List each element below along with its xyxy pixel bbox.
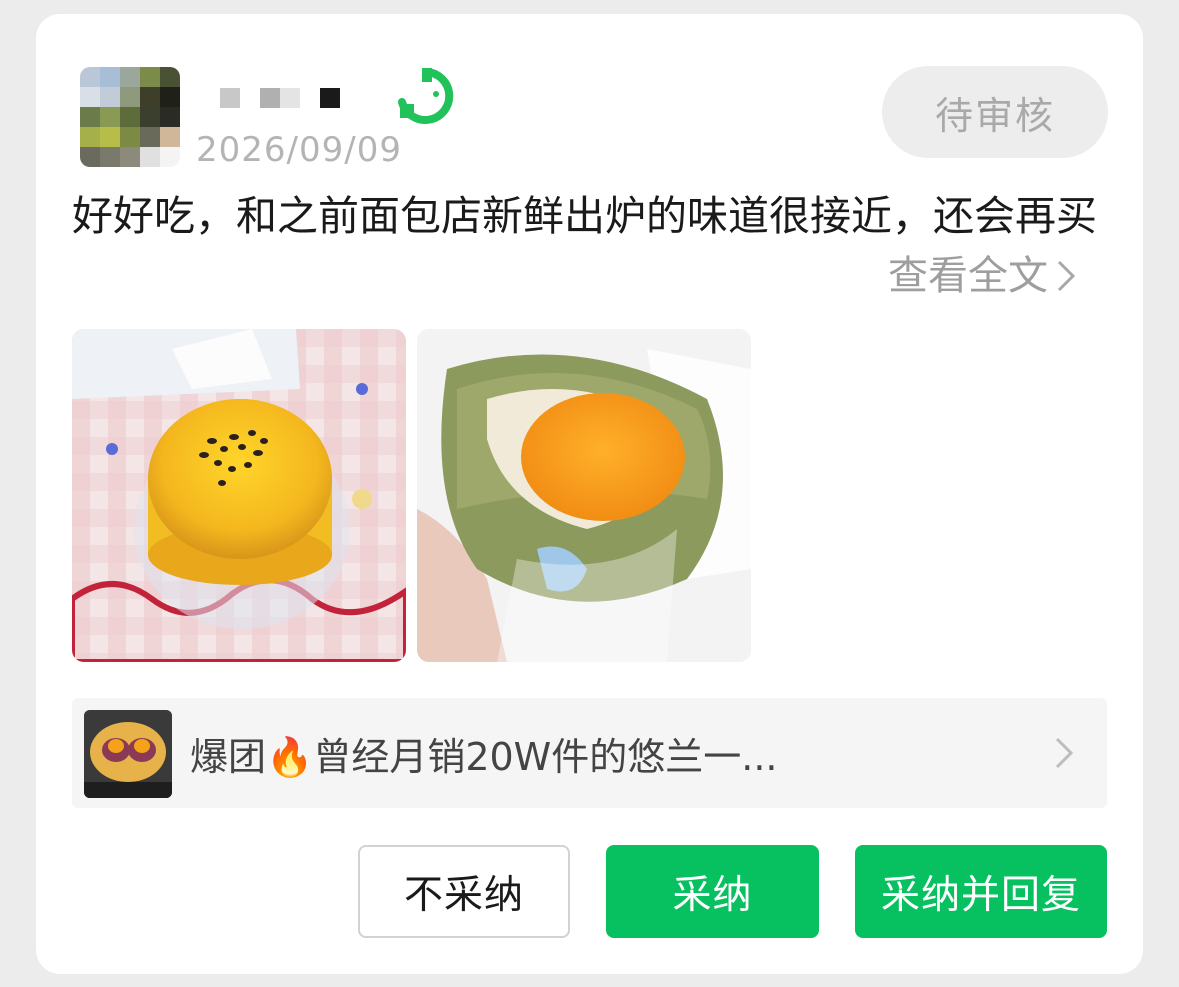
review-date: 2026/09/09 xyxy=(196,130,402,170)
review-photo-1[interactable] xyxy=(72,329,406,662)
reject-button[interactable]: 不采纳 xyxy=(358,845,570,938)
view-full-text-link[interactable]: 查看全文 xyxy=(888,246,1078,306)
wechat-pay-badge-icon xyxy=(398,68,454,124)
chevron-right-icon xyxy=(1057,260,1076,292)
accept-and-reply-button[interactable]: 采纳并回复 xyxy=(855,845,1107,938)
custard-bun-photo-image xyxy=(72,329,406,662)
card-tab xyxy=(92,14,226,46)
chevron-right-icon xyxy=(1055,737,1074,769)
product-thumbnail xyxy=(84,710,172,798)
review-card: 2026/09/09 待审核 好好吃，和之前面包店新鲜出炉的味道很接近，还会再买… xyxy=(36,14,1143,974)
review-text: 好好吃，和之前面包店新鲜出炉的味道很接近，还会再买 xyxy=(72,192,1097,240)
nickname-blurred xyxy=(220,88,340,108)
product-link[interactable]: 爆团🔥曾经月销20W件的悠兰一... xyxy=(72,698,1107,808)
accept-button[interactable]: 采纳 xyxy=(606,845,819,938)
product-title: 爆团🔥曾经月销20W件的悠兰一... xyxy=(190,734,778,779)
avatar[interactable] xyxy=(80,67,180,167)
view-full-text-label: 查看全文 xyxy=(888,253,1048,299)
review-photo-2[interactable] xyxy=(417,329,751,662)
salted-egg-mooncake-photo-image xyxy=(417,329,751,662)
status-badge: 待审核 xyxy=(882,66,1108,158)
